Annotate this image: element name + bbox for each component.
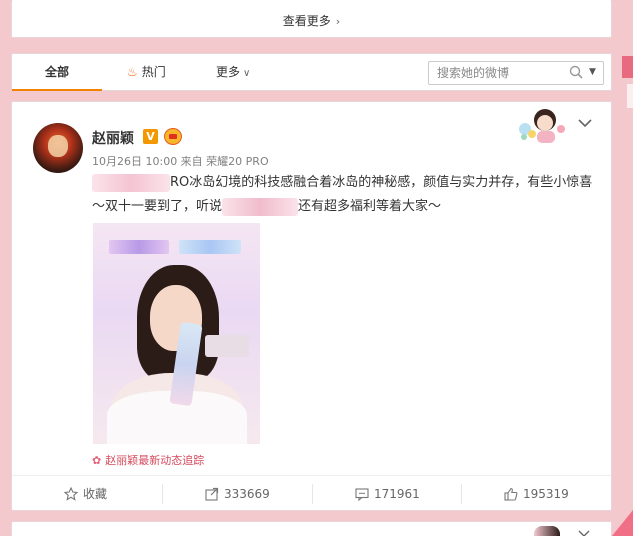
chevron-down-icon: ∨ xyxy=(243,68,251,79)
divider xyxy=(162,484,163,504)
side-strip-decoration xyxy=(627,84,633,108)
see-more-link[interactable]: 查看更多 › xyxy=(12,12,611,29)
forward-icon xyxy=(205,487,219,501)
divider xyxy=(312,484,313,504)
dynamic-tracking-link[interactable]: ✿ 赵丽颖最新动态追踪 xyxy=(92,452,204,468)
author-name[interactable]: 赵丽颖 xyxy=(92,128,134,148)
tab-hot[interactable]: ♨ 热门 xyxy=(127,54,187,91)
card-decoration-image xyxy=(534,526,560,536)
tab-more[interactable]: 更多 ∨ xyxy=(216,54,276,91)
search-icon[interactable] xyxy=(569,65,583,79)
blurred-text xyxy=(222,197,299,216)
star-icon xyxy=(63,486,79,501)
search-dropdown-icon[interactable]: ▼ xyxy=(589,67,596,77)
avatar[interactable] xyxy=(33,123,83,173)
post-menu-chevron-icon[interactable] xyxy=(578,530,590,536)
like-button[interactable]: 195319 xyxy=(504,476,569,512)
member-crown-icon[interactable] xyxy=(164,128,182,145)
forward-button[interactable]: 333669 xyxy=(205,476,270,512)
post-menu-chevron-icon[interactable] xyxy=(578,118,592,128)
flame-icon: ♨ xyxy=(127,65,138,79)
post-text-part2: 还有超多福利等着大家～ xyxy=(298,199,442,214)
like-count: 195319 xyxy=(523,487,569,501)
tab-hot-label: 热门 xyxy=(141,65,166,79)
comment-count: 171961 xyxy=(374,487,420,501)
side-tab-decoration[interactable] xyxy=(622,56,633,78)
post-meta[interactable]: 10月26日 10:00 来自 荣耀20 PRO xyxy=(92,153,269,169)
dynamic-link-label: 赵丽颖最新动态追踪 xyxy=(105,454,205,467)
thumbs-up-icon xyxy=(504,487,518,501)
tab-all-label: 全部 xyxy=(44,65,69,79)
weibo-post: 赵丽颖 V 10月26日 10:00 来自 荣耀20 PRO RO冰岛幻境的科技… xyxy=(11,101,612,511)
search-input[interactable] xyxy=(437,65,562,81)
flower-icon: ✿ xyxy=(92,454,102,467)
chevron-right-icon: › xyxy=(335,15,341,28)
tab-more-label: 更多 xyxy=(216,65,241,79)
post-text: RO冰岛幻境的科技感融合着冰岛的神秘感，颜值与实力并存，有些小惊喜～双十一要到了… xyxy=(92,171,596,219)
search-box: ▼ xyxy=(428,61,604,85)
tab-all[interactable]: 全部 xyxy=(12,54,102,91)
card-decoration-image xyxy=(519,109,565,143)
favorite-label: 收藏 xyxy=(83,487,108,501)
verified-badge-icon[interactable]: V xyxy=(143,129,158,144)
forward-count: 333669 xyxy=(224,487,270,501)
next-post xyxy=(11,521,612,536)
comment-button[interactable]: 171961 xyxy=(355,476,420,512)
blurred-text xyxy=(92,173,170,192)
see-more-label: 查看更多 xyxy=(282,14,331,28)
feed-tab-bar: 全部 ♨热门 更多∨ ▼ xyxy=(11,53,612,91)
favorite-button[interactable]: 收藏 xyxy=(63,476,108,512)
divider xyxy=(461,484,462,504)
previous-card: 查看更多 › xyxy=(11,0,612,38)
back-to-top-button[interactable] xyxy=(612,510,633,536)
comment-icon xyxy=(355,487,369,501)
post-image[interactable] xyxy=(93,223,260,444)
